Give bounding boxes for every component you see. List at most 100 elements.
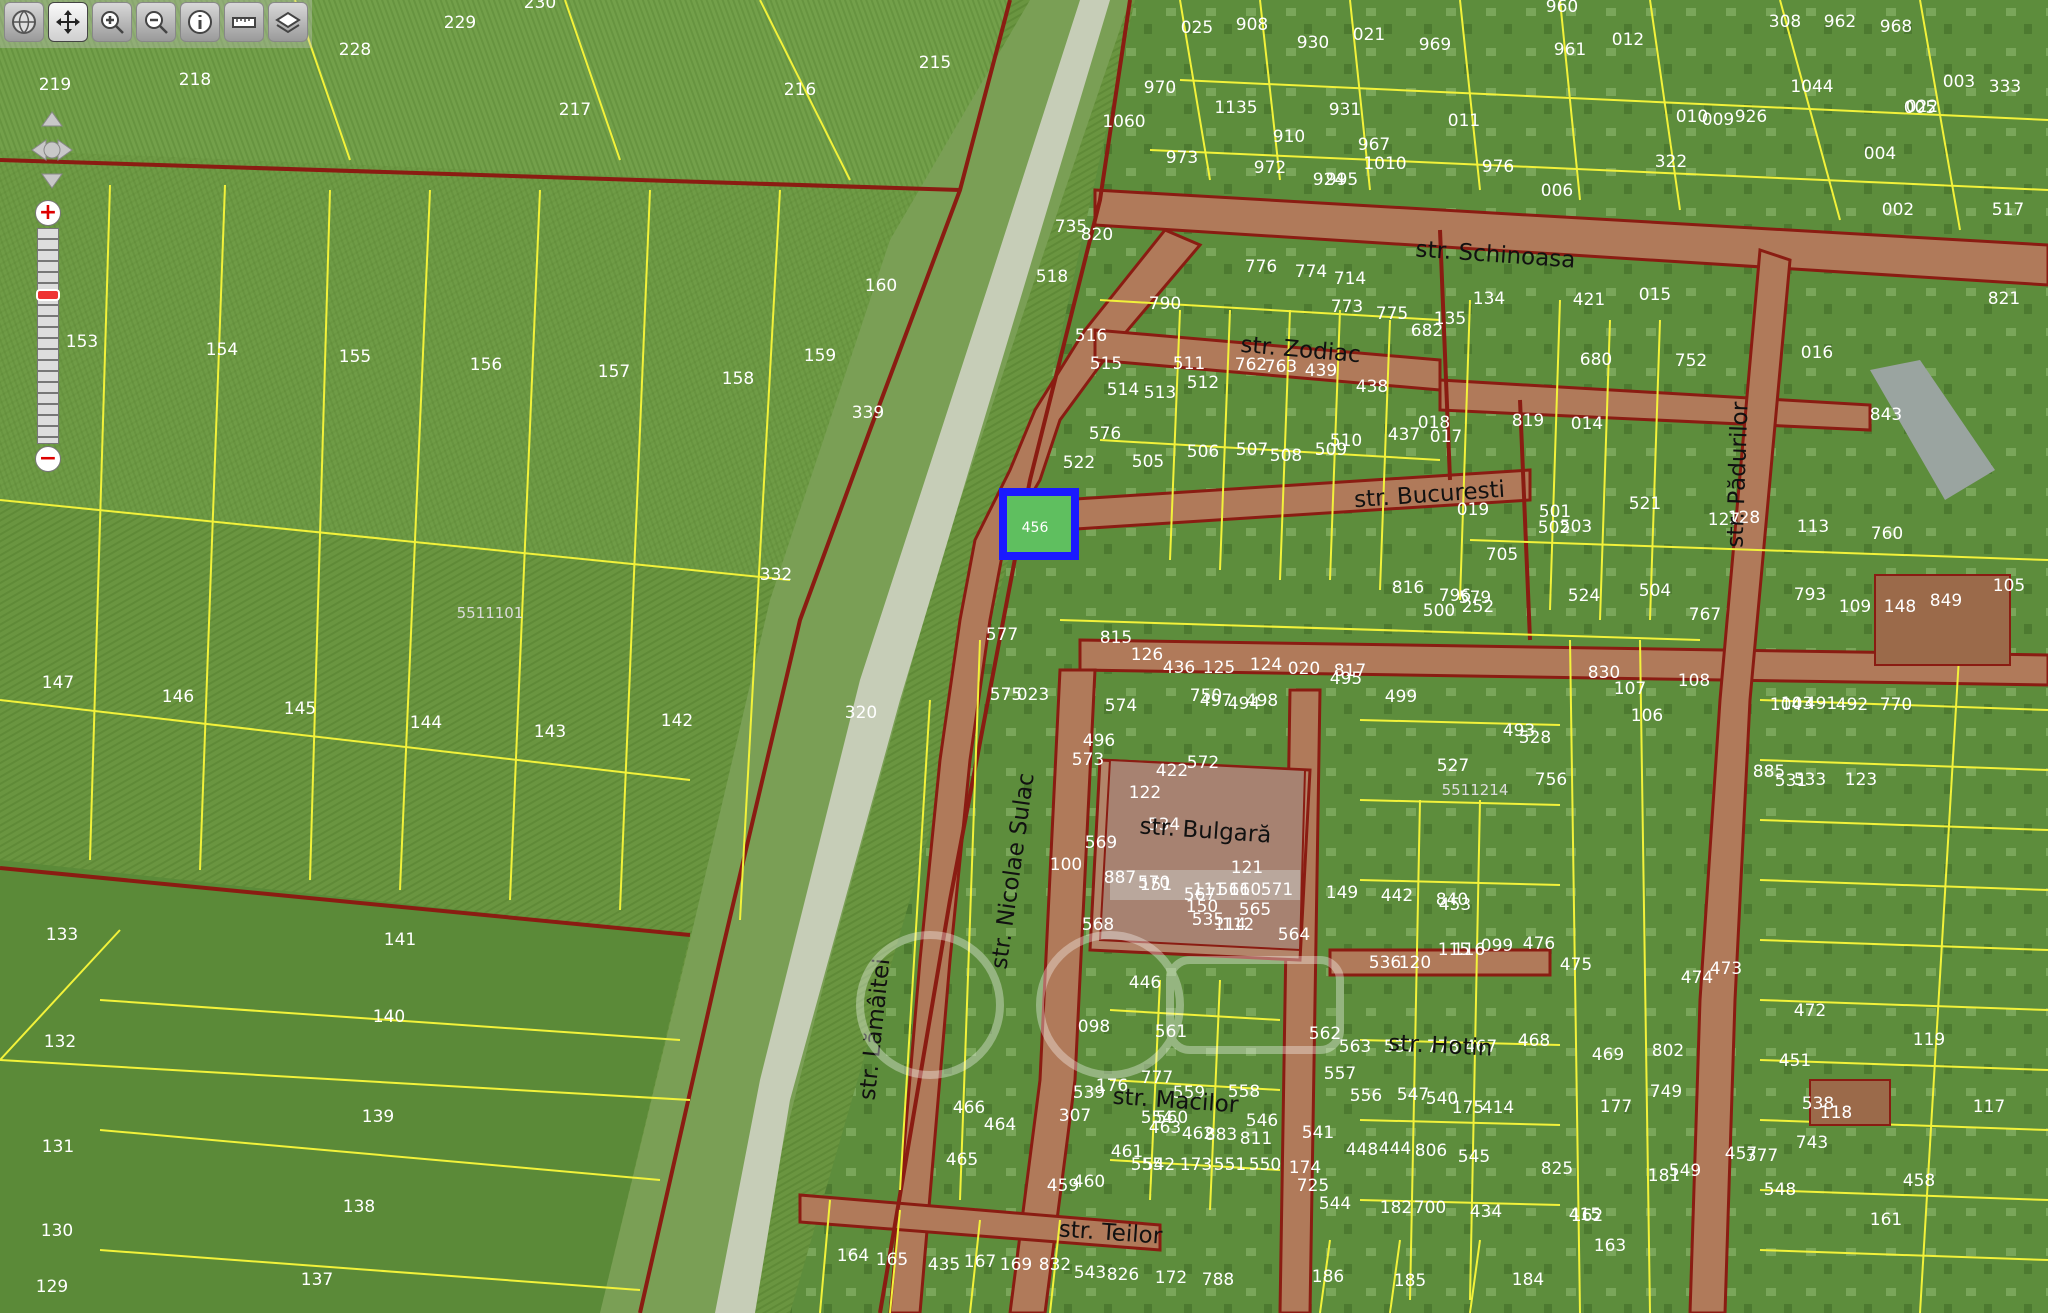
parcel-label[interactable]: 160 [865, 276, 897, 296]
parcel-label[interactable]: 819 [1512, 411, 1544, 431]
parcel-label[interactable]: 131 [42, 1137, 74, 1157]
zoom-slider-handle[interactable] [36, 289, 60, 301]
cadastral-map[interactable]: 456 230 229 228 219 218 217 216 215 153 154 155 156… [0, 0, 2048, 1313]
parcel-label[interactable]: 972 [1254, 158, 1286, 178]
parcel-label[interactable]: 735 [1055, 217, 1087, 237]
parcel-label[interactable]: 139 [362, 1107, 394, 1127]
parcel-label[interactable]: 438 [1356, 377, 1388, 397]
parcel-label[interactable]: 682 [1411, 321, 1443, 341]
parcel-label[interactable]: 528 [1519, 728, 1551, 748]
parcel-label[interactable]: 442 [1381, 886, 1413, 906]
parcel-label[interactable]: 460 [1073, 1172, 1105, 1192]
parcel-label[interactable]: 680 [1580, 350, 1612, 370]
parcel-label[interactable]: 307 [1059, 1106, 1091, 1126]
parcel-label[interactable]: 551 [1214, 1155, 1246, 1175]
parcel-label[interactable]: 475 [1560, 955, 1592, 975]
parcel-label[interactable]: 154 [206, 340, 238, 360]
highlighted-parcel[interactable]: 456 [999, 488, 1079, 560]
parcel-label[interactable]: 021 [1353, 25, 1385, 45]
parcel-label[interactable]: 548 [1764, 1180, 1796, 1200]
parcel-label[interactable]: 002 [1882, 200, 1914, 220]
zoom-minus-button[interactable]: − [35, 446, 61, 472]
parcel-label[interactable]: 498 [1246, 691, 1278, 711]
parcel-label[interactable]: 826 [1107, 1265, 1139, 1285]
parcel-label[interactable]: 098 [1078, 1017, 1110, 1037]
parcel-label[interactable]: 474 [1681, 968, 1713, 988]
parcel-label[interactable]: 806 [1415, 1141, 1447, 1161]
parcel-label[interactable]: 776 [1245, 257, 1277, 277]
parcel-label[interactable]: 504 [1639, 581, 1671, 601]
parcel-label[interactable]: 159 [804, 346, 836, 366]
parcel-label[interactable]: 1044 [1790, 77, 1833, 97]
parcel-label[interactable]: 018 [1418, 413, 1450, 433]
parcel-label[interactable]: 508 [1270, 446, 1302, 466]
parcel-label[interactable]: 510 [1330, 431, 1362, 451]
parcel-label[interactable]: 527 [1437, 756, 1469, 776]
parcel-label[interactable]: 453 [1439, 895, 1471, 915]
parcel-label[interactable]: 172 [1155, 1268, 1187, 1288]
parcel-label[interactable]: 119 [1913, 1030, 1945, 1050]
parcel-label[interactable]: 518 [1036, 267, 1068, 287]
parcel-label[interactable]: 422 [1156, 761, 1188, 781]
parcel-label[interactable]: 137 [301, 1270, 333, 1290]
parcel-label[interactable]: 466 [953, 1098, 985, 1118]
parcel-label[interactable]: 009 [1702, 110, 1734, 130]
parcel-label[interactable]: 566 [1218, 880, 1250, 900]
parcel-label[interactable]: 461 [1111, 1142, 1143, 1162]
parcel-label[interactable]: 216 [784, 80, 816, 100]
parcel-label[interactable]: 579 [1459, 588, 1491, 608]
parcel-label[interactable]: 132 [44, 1032, 76, 1052]
parcel-label[interactable]: 567 [1184, 885, 1216, 905]
parcel-label[interactable]: 333 [1989, 77, 2021, 97]
parcel-label[interactable]: 153 [66, 332, 98, 352]
parcel-label[interactable]: 547 [1397, 1085, 1429, 1105]
globe-button[interactable] [4, 2, 44, 42]
parcel-label[interactable]: 995 [1326, 170, 1358, 190]
parcel-label[interactable]: 571 [1261, 880, 1293, 900]
parcel-label[interactable]: 565 [1239, 900, 1271, 920]
parcel-label[interactable]: 500 [1423, 601, 1455, 621]
parcel-label[interactable]: 149 [1326, 883, 1358, 903]
parcel-label[interactable]: 436 [1163, 658, 1195, 678]
parcel-label[interactable]: 145 [284, 699, 316, 719]
parcel-label[interactable]: 012 [1612, 30, 1644, 50]
parcel-label[interactable]: 550 [1249, 1155, 1281, 1175]
parcel-label[interactable]: 125 [1203, 658, 1235, 678]
parcel-label[interactable]: 522 [1063, 453, 1095, 473]
parcel-label[interactable]: 113 [1797, 517, 1829, 537]
parcel-label[interactable]: 434 [1470, 1202, 1502, 1222]
zoom-slider[interactable] [36, 228, 60, 444]
parcel-label[interactable]: 177 [1600, 1097, 1632, 1117]
parcel-label[interactable]: 802 [1652, 1041, 1684, 1061]
parcel-label[interactable]: 320 [845, 703, 877, 723]
parcel-label[interactable]: 169 [1000, 1255, 1032, 1275]
parcel-label[interactable]: 563 [1339, 1037, 1371, 1057]
parcel-label[interactable]: 157 [598, 362, 630, 382]
parcel-label[interactable]: 832 [1039, 1255, 1071, 1275]
parcel-label[interactable]: 775 [1376, 304, 1408, 324]
layers-button[interactable] [268, 2, 308, 42]
parcel-label[interactable]: 811 [1240, 1129, 1272, 1149]
parcel-label[interactable]: 512 [1187, 373, 1219, 393]
parcel-label[interactable]: 465 [946, 1150, 978, 1170]
parcel-label[interactable]: 705 [1486, 545, 1518, 565]
parcel-label[interactable]: 165 [876, 1250, 908, 1270]
parcel-label[interactable]: 448 [1346, 1140, 1378, 1160]
parcel-label[interactable]: 138 [343, 1197, 375, 1217]
parcel-label[interactable]: 573 [1072, 750, 1104, 770]
parcel-label[interactable]: 1135 [1214, 98, 1257, 118]
parcel-label[interactable]: 473 [1710, 959, 1742, 979]
parcel-label[interactable]: 767 [1689, 605, 1721, 625]
parcel-label[interactable]: 576 [1089, 424, 1121, 444]
parcel-label[interactable]: 572 [1187, 753, 1219, 773]
parcel-label[interactable]: 514 [1107, 380, 1139, 400]
parcel-label[interactable]: 446 [1129, 973, 1161, 993]
parcel-label[interactable]: 543 [1074, 1263, 1106, 1283]
parcel-label[interactable]: 215 [919, 53, 951, 73]
pan-control[interactable] [30, 110, 74, 190]
parcel-label[interactable]: 521 [1629, 494, 1661, 514]
parcel-label[interactable]: 749 [1650, 1082, 1682, 1102]
parcel-label[interactable]: 541 [1302, 1123, 1334, 1143]
parcel-label[interactable]: 147 [42, 673, 74, 693]
parcel-label[interactable]: 843 [1870, 405, 1902, 425]
